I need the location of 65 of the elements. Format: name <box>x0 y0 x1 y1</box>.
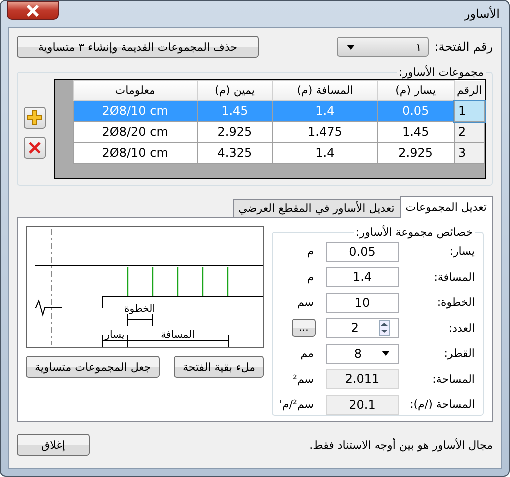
table-cell: 1.45 <box>378 122 454 142</box>
field-label: المسافة: <box>433 270 475 284</box>
dropdown-arrow-icon <box>382 351 390 356</box>
recreate-button[interactable]: حذف المجموعات القديمة وإنشاء ٣ متساوية <box>17 36 259 58</box>
input-field[interactable]: 10 <box>326 292 399 313</box>
close-button[interactable] <box>7 1 59 20</box>
dropdown-arrow-icon <box>346 44 355 50</box>
tab[interactable]: تعديل الأساور في المقطع العرضي <box>232 199 401 217</box>
spinner-icon <box>379 320 390 336</box>
close-icon <box>26 4 40 16</box>
fill-button[interactable]: ملء بقية الفتحة <box>174 356 264 378</box>
column-header: يسار (م) <box>378 80 454 100</box>
row-number[interactable]: 3 <box>454 142 484 164</box>
row-number[interactable]: 1 <box>454 100 484 122</box>
span-dropdown[interactable]: ١ <box>336 37 429 57</box>
step-label: الخطوة <box>125 304 156 315</box>
groups-title: مجموعات الأساور: <box>398 66 485 79</box>
table-cell: 0.05 <box>378 100 454 122</box>
unit-label: سم²/م' <box>279 398 314 412</box>
readonly-field: 2.011 <box>326 369 399 390</box>
unit-label: م <box>307 270 314 284</box>
more-button[interactable]: ... <box>292 319 316 338</box>
equalize-button[interactable]: جعل المجموعات متساوية <box>26 356 160 378</box>
table-cell: 1.4 <box>272 100 378 122</box>
spin-field[interactable]: 2 <box>326 318 399 338</box>
table-cell: 2.925 <box>378 142 454 164</box>
properties-title: خصائص مجموعة الأساور: <box>355 226 474 239</box>
field-label: المساحة (/م): <box>409 398 475 412</box>
table-cell: 1.4 <box>272 142 378 164</box>
unit-label: مم <box>300 347 314 360</box>
input-field[interactable]: 1.4 <box>326 267 399 288</box>
window-title: الأساور <box>464 7 501 21</box>
column-header: الرقم <box>454 80 484 100</box>
table-cell: 4.325 <box>197 142 273 164</box>
plus-icon <box>27 110 43 126</box>
unit-label: سم² <box>293 372 314 386</box>
table-cell: 2Ø8/10 cm <box>74 100 198 122</box>
column-header: المسافة (م) <box>272 80 378 100</box>
field-label: الخطوة: <box>436 296 475 310</box>
delete-icon <box>28 141 42 155</box>
table-cell: 2Ø8/10 cm <box>74 142 198 164</box>
column-header: معلومات <box>74 80 198 100</box>
row-number[interactable]: 2 <box>454 122 484 142</box>
note-text: مجال الأساور هو بين أوجه الاستناد فقط. <box>310 438 493 452</box>
field-label: القطر: <box>443 347 475 360</box>
table-cell: 2Ø8/20 cm <box>74 122 198 142</box>
readonly-field: 20.1 <box>326 394 399 415</box>
distance-label: المسافة <box>162 330 196 341</box>
add-button[interactable] <box>24 107 46 129</box>
left-label: يسار <box>106 330 126 341</box>
table-cell: 1.475 <box>272 122 378 142</box>
table-cell: 2.925 <box>197 122 273 142</box>
field-label: العدد: <box>448 322 475 335</box>
field-label: يسار: <box>448 245 475 258</box>
input-field[interactable]: 0.05 <box>326 242 399 262</box>
close-dialog-button[interactable]: إغلاق <box>17 434 90 456</box>
tab[interactable]: تعديل المجموعات <box>400 196 493 218</box>
field-label: المساحة: <box>432 372 475 386</box>
diameter-dropdown[interactable]: 8 <box>326 344 399 364</box>
delete-button[interactable] <box>24 137 46 159</box>
column-header: يمين (م) <box>197 80 273 100</box>
table-cell: 1.45 <box>197 100 273 122</box>
span-label: رقم الفتحة: <box>434 40 493 54</box>
unit-label: سم <box>297 296 314 310</box>
unit-label: م <box>307 245 314 258</box>
